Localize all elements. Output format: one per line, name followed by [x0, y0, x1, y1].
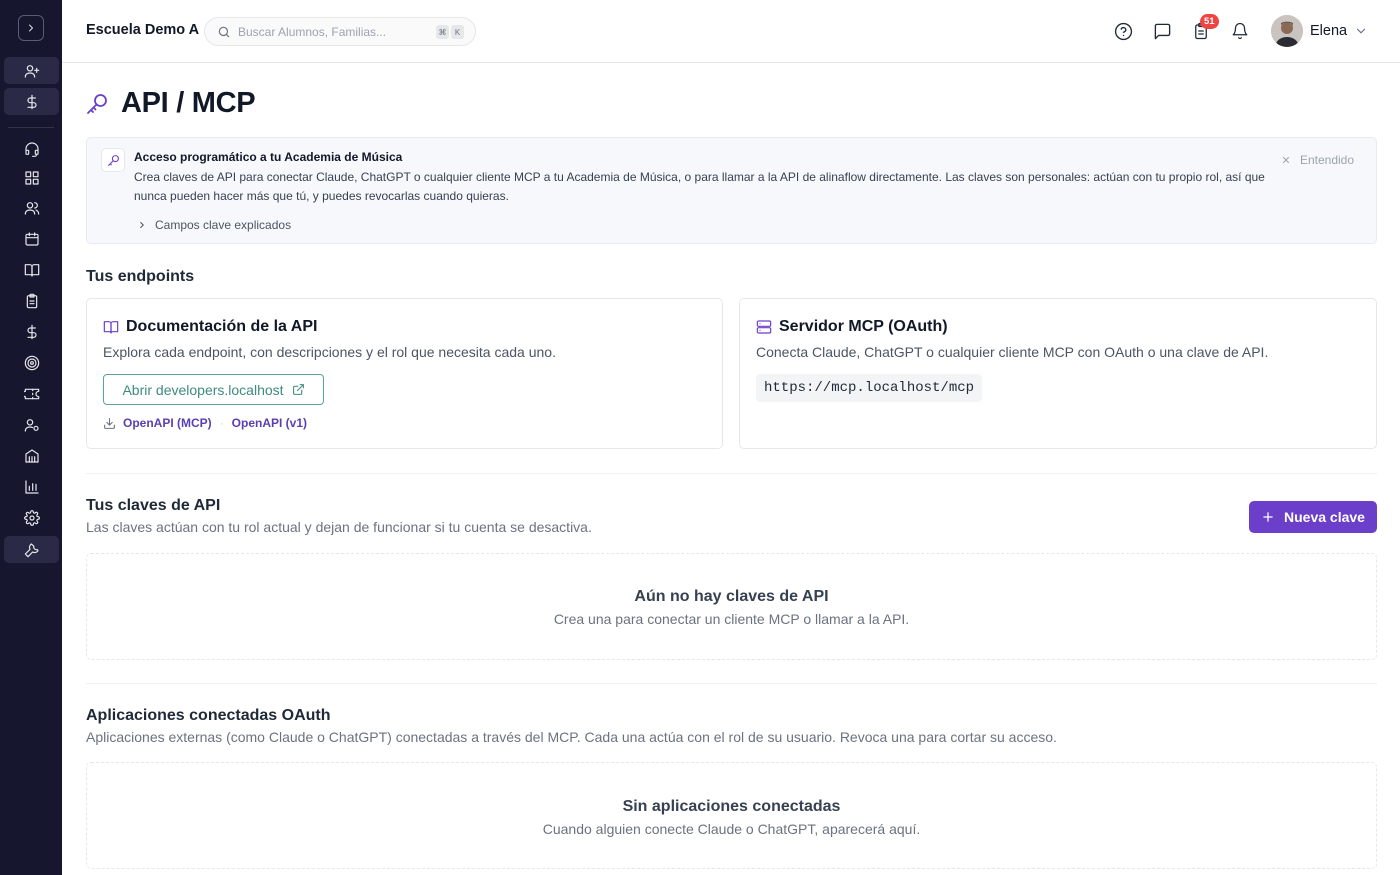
openapi-v1-link[interactable]: OpenAPI (v1): [232, 416, 307, 430]
avatar[interactable]: [1271, 15, 1303, 47]
headset-icon: [24, 141, 39, 157]
help-button[interactable]: [1111, 19, 1135, 43]
page-header: API / MCP: [85, 87, 256, 120]
sidebar-divider: [8, 127, 54, 128]
calendar-icon: [24, 231, 39, 246]
bar-chart-icon: [24, 479, 39, 494]
external-link-icon: [292, 384, 304, 395]
key-fields-label: Campos clave explicados: [155, 218, 292, 232]
sidebar-item-support[interactable]: [4, 135, 59, 162]
oauth-apps-subheading: Aplicaciones externas (como Claude o Cha…: [86, 729, 1057, 745]
ticket-icon: [23, 388, 39, 399]
book-icon: [24, 263, 39, 277]
mcp-server-url[interactable]: https://mcp.localhost/mcp: [756, 374, 983, 402]
user-name[interactable]: Elena: [1310, 23, 1347, 39]
tasks-count-badge: 51: [1200, 14, 1219, 29]
oauth-apps-empty-state: Sin aplicaciones conectadas Cuando algui…: [86, 762, 1377, 869]
chevron-right-icon: [140, 221, 144, 229]
link-separator: ·: [219, 416, 224, 430]
page-title: API / MCP: [121, 87, 256, 119]
key-icon: [107, 154, 119, 166]
grid-icon: [24, 170, 39, 185]
api-keys-empty-subtitle: Crea una para conectar un cliente MCP o …: [553, 611, 910, 627]
oauth-apps-empty-subtitle: Cuando alguien conecte Claude o ChatGPT,…: [542, 821, 921, 837]
bell-icon: [1232, 22, 1248, 40]
dollar-icon: [26, 324, 37, 339]
chevron-down-icon[interactable]: [1354, 24, 1368, 38]
book-open-icon: [103, 321, 119, 334]
section-divider: [86, 683, 1377, 684]
api-keys-heading: Tus claves de API: [86, 497, 221, 514]
sidebar-expand-button[interactable]: [18, 15, 44, 41]
api-keys-empty-title: Aún no hay claves de API: [634, 588, 829, 605]
key-fields-toggle[interactable]: Campos clave explicados: [137, 218, 291, 232]
gear-icon: [23, 509, 40, 526]
sidebar-item-calendar[interactable]: [4, 225, 59, 252]
sidebar-item-organization[interactable]: [4, 442, 59, 469]
school-name[interactable]: Escuela Demo A: [86, 22, 199, 38]
sidebar-item-settings[interactable]: [4, 504, 59, 531]
users-icon: [24, 201, 39, 215]
close-icon: [1282, 156, 1289, 164]
info-banner-icon: [101, 148, 125, 172]
sidebar-item-tasks[interactable]: [4, 287, 59, 314]
dismiss-label: Entendido: [1299, 153, 1354, 167]
sidebar-item-billing[interactable]: [4, 318, 59, 345]
target-icon: [24, 355, 39, 370]
api-keys-subheading: Las claves actúan con tu rol actual y de…: [86, 519, 592, 535]
oauth-apps-heading: Aplicaciones conectadas OAuth: [86, 707, 331, 724]
api-docs-description: Explora cada endpoint, con descripciones…: [103, 344, 556, 360]
dollar-icon: [26, 94, 37, 109]
sidebar-item-add-student[interactable]: [4, 57, 59, 84]
server-icon: [756, 320, 772, 334]
endpoints-heading: Tus endpoints: [86, 268, 195, 285]
openapi-mcp-link[interactable]: OpenAPI (MCP): [123, 416, 212, 430]
message-square-icon: [1154, 23, 1170, 39]
clipboard-icon: [26, 293, 37, 308]
mcp-server-title: Servidor MCP (OAuth): [756, 318, 948, 336]
sidebar-item-dashboard[interactable]: [4, 164, 59, 191]
sidebar-item-api-mcp[interactable]: [4, 536, 59, 563]
info-banner: Acceso programático a tu Academia de Mús…: [86, 137, 1377, 244]
api-keys-empty-state: Aún no hay claves de API Crea una para c…: [86, 553, 1377, 660]
sidebar: [0, 0, 62, 875]
search-icon: [218, 26, 230, 38]
messages-button[interactable]: [1150, 19, 1174, 43]
topbar: Escuela Demo A ⌘ K 51 Elena: [62, 0, 1400, 63]
help-circle-icon: [1114, 22, 1132, 40]
sidebar-item-payments[interactable]: [4, 88, 59, 115]
info-banner-title: Acceso programático a tu Academia de Mús…: [134, 150, 403, 164]
user-photo-icon: [1271, 15, 1303, 47]
notifications-button[interactable]: [1228, 19, 1252, 43]
sidebar-item-reports[interactable]: [4, 473, 59, 500]
dismiss-button[interactable]: Entendido: [1281, 153, 1354, 167]
new-key-button[interactable]: Nueva clave: [1249, 501, 1377, 533]
wrench-icon: [24, 542, 39, 557]
search-input[interactable]: [238, 23, 428, 41]
info-banner-body: Crea claves de API para conectar Claude,…: [134, 170, 1265, 203]
plus-icon: [1263, 512, 1273, 522]
download-icon: [104, 417, 115, 429]
sidebar-item-user-settings[interactable]: [4, 411, 59, 438]
key-icon: [87, 93, 107, 114]
openapi-links: OpenAPI (MCP) · OpenAPI (v1): [103, 416, 307, 430]
sidebar-item-tickets[interactable]: [4, 380, 59, 407]
section-divider: [86, 473, 1377, 474]
shortcut-key-cmd: ⌘: [436, 25, 449, 39]
user-plus-icon: [24, 64, 39, 78]
chevron-right-icon: [29, 24, 33, 32]
sidebar-item-people[interactable]: [4, 194, 59, 221]
user-gear-icon: [24, 418, 39, 432]
sidebar-item-goals[interactable]: [4, 349, 59, 376]
sidebar-item-courses[interactable]: [4, 256, 59, 283]
mcp-server-card: Servidor MCP (OAuth) Conecta Claude, Cha…: [739, 298, 1377, 449]
building-icon: [24, 448, 39, 463]
open-developers-button[interactable]: Abrir developers.localhost: [103, 374, 324, 405]
oauth-apps-empty-title: Sin aplicaciones conectadas: [622, 798, 841, 815]
shortcut-key-k: K: [451, 25, 464, 39]
api-docs-title: Documentación de la API: [103, 318, 317, 336]
mcp-server-description: Conecta Claude, ChatGPT o cualquier clie…: [756, 344, 1269, 360]
search-box[interactable]: ⌘ K: [204, 17, 476, 46]
api-docs-card: Documentación de la API Explora cada end…: [86, 298, 723, 449]
